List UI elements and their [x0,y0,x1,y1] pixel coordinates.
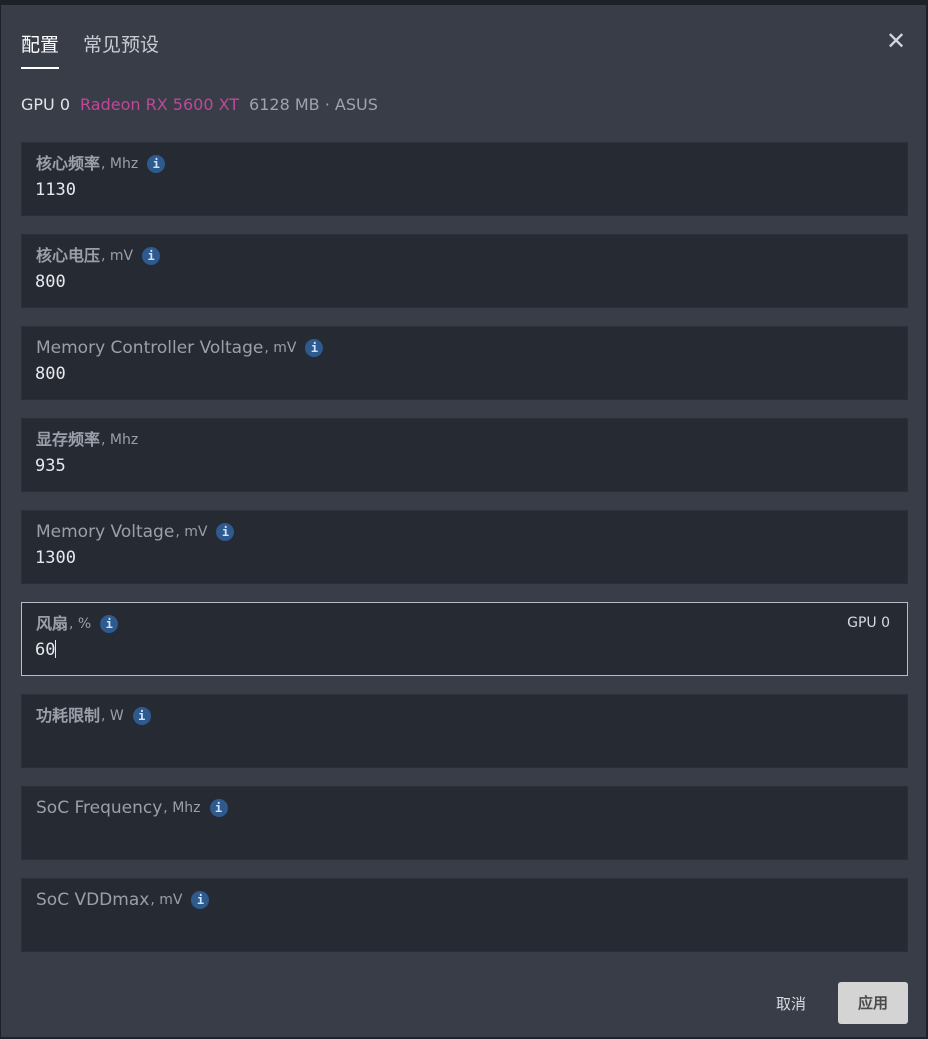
fan-gpu-tag: GPU 0 [847,615,890,631]
field-label-name: 核心频率 [36,154,101,173]
core-voltage-input[interactable]: 800 [35,271,66,293]
field-label-name: Memory Controller Voltage [36,338,264,358]
core-clock-input[interactable]: 1130 [35,179,76,201]
field-label: SoC VDDmax, mV i [36,889,210,911]
field-label-unit: , mV [175,524,208,540]
gpu-id: GPU 0 [21,95,71,114]
field-label-unit: , mV [150,892,183,908]
field-label-unit: , Mhz [163,800,201,816]
field-label-name: 风扇 [36,614,69,633]
memory-voltage-input[interactable]: 1300 [35,547,76,569]
tab-presets[interactable]: 常见预设 [83,33,159,69]
info-icon[interactable]: i [142,247,161,265]
field-label-unit: , mV [264,340,297,356]
power-limit-field[interactable]: 功耗限制, W i [21,694,908,768]
field-label-unit: , W [101,708,124,724]
info-icon[interactable]: i [132,707,151,725]
field-label: 风扇, % i [36,613,119,635]
field-label: 核心电压, mV i [36,245,161,267]
core-clock-field[interactable]: 核心频率, Mhz i 1130 [21,142,908,216]
field-label: 核心频率, Mhz i [36,153,166,175]
field-label-name: 核心电压 [36,246,101,265]
memory-clock-field[interactable]: 显存频率, Mhz 935 [21,418,908,492]
field-label-name: 显存频率 [36,430,101,449]
gpu-name: Radeon RX 5600 XT [80,95,240,114]
soc-vddmax-field[interactable]: SoC VDDmax, mV i [21,878,908,952]
memory-voltage-field[interactable]: Memory Voltage, mV i 1300 [21,510,908,584]
field-label-name: 功耗限制 [36,706,101,725]
text-caret [55,640,57,658]
field-label-unit: , % [69,616,92,632]
info-icon[interactable]: i [305,339,324,357]
memory-controller-voltage-input[interactable]: 800 [35,363,66,385]
field-label: Memory Controller Voltage, mV i [36,337,324,359]
field-label-name: SoC Frequency [36,798,163,818]
fan-input-text: 60 [35,640,56,660]
core-voltage-field[interactable]: 核心电压, mV i 800 [21,234,908,308]
memory-clock-input[interactable]: 935 [35,455,66,477]
tab-bar: 配置 常见预设 [21,33,159,69]
tab-config[interactable]: 配置 [21,33,60,69]
info-icon[interactable]: i [147,155,166,173]
fan-field[interactable]: 风扇, % i GPU 0 60 [21,602,908,676]
fan-input[interactable]: 60 [35,639,57,661]
field-label: 显存频率, Mhz [36,429,138,451]
info-icon[interactable]: i [209,799,228,817]
field-label-unit: , Mhz [101,432,139,448]
cancel-button[interactable]: 取消 [769,990,813,1018]
field-label-unit: , mV [101,248,134,264]
field-label-unit: , Mhz [101,156,139,172]
gpu-meta: 6128 MB · ASUS [249,95,378,114]
info-icon[interactable]: i [216,523,235,541]
field-label: 功耗限制, W i [36,705,151,727]
field-label-name: Memory Voltage [36,522,175,542]
info-icon[interactable]: i [100,615,119,633]
gpu-info: GPU 0 Radeon RX 5600 XT 6128 MB · ASUS [21,95,378,115]
soc-frequency-field[interactable]: SoC Frequency, Mhz i [21,786,908,860]
apply-button[interactable]: 应用 [838,982,908,1024]
field-label: Memory Voltage, mV i [36,521,235,543]
info-icon[interactable]: i [191,891,210,909]
close-icon[interactable]: ✕ [885,29,907,53]
memory-controller-voltage-field[interactable]: Memory Controller Voltage, mV i 800 [21,326,908,400]
field-label-name: SoC VDDmax [36,890,150,910]
config-dialog: 配置 常见预设 ✕ GPU 0 Radeon RX 5600 XT 6128 MB … [1,5,926,1037]
field-label: SoC Frequency, Mhz i [36,797,228,819]
